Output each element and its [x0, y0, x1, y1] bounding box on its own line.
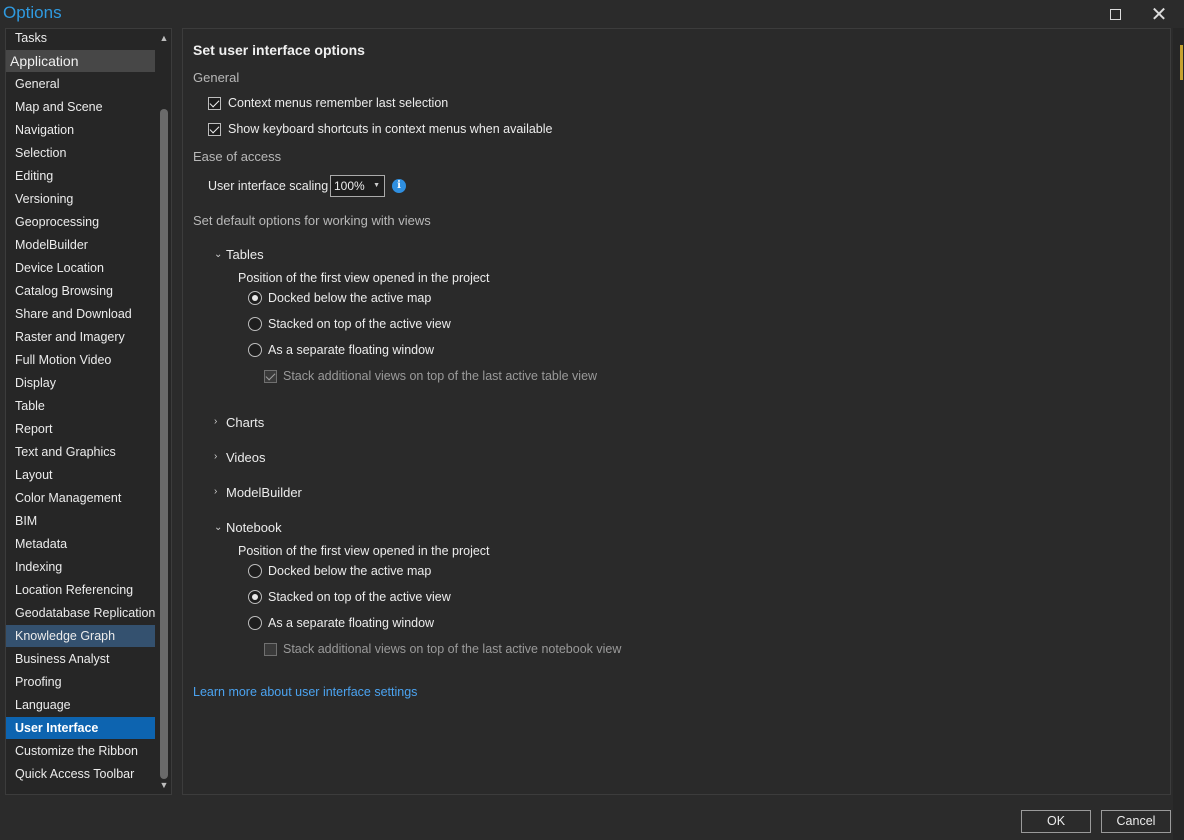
notebook-stack-checkbox [264, 643, 277, 656]
group-tables-header[interactable]: Tables [226, 247, 264, 262]
cancel-button[interactable]: Cancel [1101, 810, 1171, 833]
sidebar-item-language[interactable]: Language [6, 694, 155, 716]
sidebar-item-geoprocessing[interactable]: Geoprocessing [6, 211, 155, 233]
section-ease-of-access-title: Ease of access [193, 149, 282, 164]
chevron-down-icon[interactable]: ⌄ [214, 522, 222, 533]
group-charts-header[interactable]: Charts [226, 415, 264, 430]
notebook-stacked-label: Stacked on top of the active view [268, 590, 451, 604]
group-notebook-header[interactable]: Notebook [226, 520, 282, 535]
tables-floating-radio[interactable] [248, 343, 262, 357]
tables-position-label: Position of the first view opened in the… [238, 271, 490, 285]
sidebar-item-map-and-scene[interactable]: Map and Scene [6, 96, 155, 118]
context-menus-checkbox[interactable] [208, 97, 221, 110]
sidebar-item-display[interactable]: Display [6, 372, 155, 394]
sidebar-item-navigation[interactable]: Navigation [6, 119, 155, 141]
sidebar-item-bim[interactable]: BIM [6, 510, 155, 532]
tables-stack-checkbox [264, 370, 277, 383]
tables-floating-label: As a separate floating window [268, 343, 435, 357]
tables-stacked-radio[interactable] [248, 317, 262, 331]
close-icon[interactable]: ✕ [1149, 4, 1169, 26]
section-general-title: General [193, 70, 240, 85]
sidebar-item-business-analyst[interactable]: Business Analyst [6, 648, 155, 670]
info-icon[interactable]: i [392, 179, 406, 193]
sidebar-item-quick-access-toolbar[interactable]: Quick Access Toolbar [6, 763, 155, 785]
maximize-icon[interactable] [1105, 4, 1125, 24]
sidebar-item-full-motion-video[interactable]: Full Motion Video [6, 349, 155, 371]
sidebar-item-geodatabase-replication[interactable]: Geodatabase Replication [6, 602, 155, 624]
scroll-up-icon[interactable]: ▲ [157, 31, 171, 45]
notebook-floating-label: As a separate floating window [268, 616, 435, 630]
section-views-title: Set default options for working with vie… [193, 213, 431, 228]
sidebar-item-table[interactable]: Table [6, 395, 155, 417]
ui-scaling-label: User interface scaling [208, 179, 329, 193]
sidebar-item-user-interface[interactable]: User Interface [6, 717, 155, 739]
notebook-stack-label: Stack additional views on top of the las… [283, 642, 622, 656]
sidebar-item-catalog-browsing[interactable]: Catalog Browsing [6, 280, 155, 302]
sidebar-item-metadata[interactable]: Metadata [6, 533, 155, 555]
sidebar-item-report[interactable]: Report [6, 418, 155, 440]
tables-stack-label: Stack additional views on top of the las… [283, 369, 598, 383]
sidebar-item-indexing[interactable]: Indexing [6, 556, 155, 578]
notebook-docked-label: Docked below the active map [268, 564, 432, 578]
notebook-floating-radio[interactable] [248, 616, 262, 630]
background-accent-strip [1180, 45, 1183, 80]
chevron-down-icon[interactable]: ⌄ [214, 249, 222, 260]
title-bar: Options ✕ [0, 0, 1184, 28]
chevron-right-icon[interactable]: › [214, 486, 217, 497]
sidebar-item-versioning[interactable]: Versioning [6, 188, 155, 210]
sidebar-item-editing[interactable]: Editing [6, 165, 155, 187]
group-videos-header[interactable]: Videos [226, 450, 266, 465]
background-window-edge [1173, 28, 1184, 840]
sidebar-item-knowledge-graph[interactable]: Knowledge Graph [6, 625, 155, 647]
tables-docked-label: Docked below the active map [268, 291, 432, 305]
sidebar-item-proofing[interactable]: Proofing [6, 671, 155, 693]
sidebar-item-modelbuilder[interactable]: ModelBuilder [6, 234, 155, 256]
sidebar-item-share-and-download[interactable]: Share and Download [6, 303, 155, 325]
sidebar-item-selection[interactable]: Selection [6, 142, 155, 164]
scrollbar-thumb[interactable] [160, 109, 168, 779]
window-title: Options [3, 3, 62, 22]
context-menus-label: Context menus remember last selection [228, 96, 449, 110]
sidebar-item-text-and-graphics[interactable]: Text and Graphics [6, 441, 155, 463]
sidebar-item-location-referencing[interactable]: Location Referencing [6, 579, 155, 601]
group-modelbuilder-header[interactable]: ModelBuilder [226, 485, 302, 500]
chevron-right-icon[interactable]: › [214, 451, 217, 462]
sidebar-item-tasks[interactable]: Tasks [6, 29, 155, 49]
options-panel: Set user interface options General Conte… [182, 28, 1171, 795]
sidebar-item-general[interactable]: General [6, 73, 155, 95]
sidebar-item-raster-and-imagery[interactable]: Raster and Imagery [6, 326, 155, 348]
notebook-docked-radio[interactable] [248, 564, 262, 578]
chevron-right-icon[interactable]: › [214, 416, 217, 427]
ok-button[interactable]: OK [1021, 810, 1091, 833]
sidebar-item-color-management[interactable]: Color Management [6, 487, 155, 509]
notebook-position-label: Position of the first view opened in the… [238, 544, 490, 558]
tables-stacked-label: Stacked on top of the active view [268, 317, 451, 331]
scroll-down-icon[interactable]: ▼ [157, 778, 171, 792]
options-sidebar: Tasks Application General Map and Scene Navi… [5, 28, 172, 795]
ui-scaling-dropdown[interactable]: 100% ▼ [330, 175, 385, 197]
chevron-down-icon: ▼ [373, 182, 380, 189]
sidebar-item-device-location[interactable]: Device Location [6, 257, 155, 279]
learn-more-link[interactable]: Learn more about user interface settings [193, 685, 417, 699]
page-title: Set user interface options [193, 42, 365, 58]
keyboard-shortcuts-checkbox[interactable] [208, 123, 221, 136]
ui-scaling-value: 100% [334, 179, 365, 193]
sidebar-header-application: Application [6, 50, 155, 72]
tables-docked-radio[interactable] [248, 291, 262, 305]
sidebar-item-layout[interactable]: Layout [6, 464, 155, 486]
keyboard-shortcuts-label: Show keyboard shortcuts in context menus… [228, 122, 553, 136]
sidebar-item-customize-the-ribbon[interactable]: Customize the Ribbon [6, 740, 155, 762]
notebook-stacked-radio[interactable] [248, 590, 262, 604]
